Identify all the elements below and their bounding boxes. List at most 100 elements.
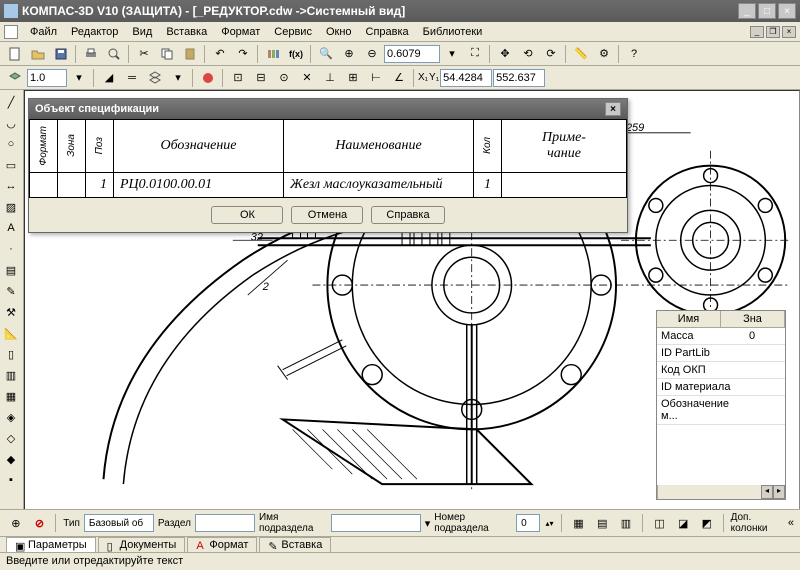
extra-cols-dropdown-icon[interactable]: « (788, 517, 794, 529)
grid2-button[interactable]: ▤ (592, 513, 612, 533)
spinner-up-button[interactable]: ▴▾ (544, 513, 555, 533)
mdi-restore-button[interactable]: ❐ (766, 26, 780, 38)
cell-format[interactable] (30, 172, 58, 197)
misc3-tool[interactable]: ◆ (0, 449, 22, 469)
maximize-button[interactable]: □ (758, 3, 776, 19)
stop-button[interactable] (197, 68, 219, 88)
dropdown-icon[interactable]: ▾ (425, 517, 431, 530)
apply-button[interactable]: ⊕ (6, 513, 26, 533)
misc4-tool[interactable]: ▪ (0, 470, 22, 490)
cut-button[interactable]: ✂ (133, 44, 155, 64)
text-tool[interactable]: A (0, 218, 22, 238)
help-button[interactable]: Справка (371, 206, 444, 224)
minimize-button[interactable]: _ (738, 3, 756, 19)
zoom-window-button[interactable]: 🔍 (315, 44, 337, 64)
open-button[interactable] (27, 44, 49, 64)
zoom-dropdown-button[interactable]: ▾ (441, 44, 463, 64)
grid3-button[interactable]: ▥ (616, 513, 636, 533)
report-tool[interactable]: ▦ (0, 386, 22, 406)
extra-cols-label[interactable]: Доп. колонки (731, 512, 784, 534)
cell-qty[interactable]: 1 (474, 172, 502, 197)
dimension-tool[interactable]: ↔ (0, 176, 22, 196)
prop-row[interactable]: ID PartLib (657, 345, 785, 362)
cell-designation[interactable]: РЦ0.0100.00.01 (114, 172, 284, 197)
cell-name[interactable]: Жезл маслоуказательный (284, 172, 474, 197)
grid1-button[interactable]: ▦ (569, 513, 589, 533)
snap-grid-button[interactable]: ⊞ (342, 68, 364, 88)
table-row[interactable]: 1 РЦ0.0100.00.01 Жезл маслоуказательный … (30, 172, 627, 197)
subname-field[interactable] (331, 514, 421, 532)
pan-button[interactable]: ✥ (494, 44, 516, 64)
menu-insert[interactable]: Вставка (160, 24, 213, 40)
menu-libs[interactable]: Библиотеки (417, 24, 489, 40)
tab-parameters[interactable]: ▣Параметры (6, 537, 96, 553)
circle-tool[interactable]: ○ (0, 134, 22, 154)
preview-button[interactable] (103, 44, 125, 64)
menu-format[interactable]: Формат (215, 24, 266, 40)
menu-service[interactable]: Сервис (268, 24, 318, 40)
mdi-minimize-button[interactable]: _ (750, 26, 764, 38)
paste-button[interactable] (179, 44, 201, 64)
cell-pos[interactable]: 1 (86, 172, 114, 197)
zoom-in-button[interactable]: ⊕ (338, 44, 360, 64)
rect-tool[interactable]: ▭ (0, 155, 22, 175)
zoom-fit-button[interactable]: ⛶ (464, 44, 486, 64)
snap-end-button[interactable]: ⊡ (227, 68, 249, 88)
menu-help[interactable]: Справка (360, 24, 415, 40)
scale-input[interactable] (27, 69, 67, 87)
print-button[interactable] (80, 44, 102, 64)
ok-button[interactable]: ОК (211, 206, 283, 224)
new-button[interactable] (4, 44, 26, 64)
style2-button[interactable]: ═ (121, 68, 143, 88)
close-button[interactable]: × (778, 3, 796, 19)
coord-y-input[interactable] (493, 69, 545, 87)
tab-format[interactable]: AФормат (187, 537, 257, 553)
prop-row[interactable]: Код ОКП (657, 362, 785, 379)
arc-tool[interactable]: ◡ (0, 113, 22, 133)
subnum-field[interactable] (516, 514, 540, 532)
variables-button[interactable]: f(x) (285, 44, 307, 64)
cell-notes[interactable] (502, 172, 627, 197)
snap-center-button[interactable]: ⊙ (273, 68, 295, 88)
menu-file[interactable]: Файл (24, 24, 63, 40)
cancel-button[interactable]: Отмена (291, 206, 363, 224)
snap-mid-button[interactable]: ⊟ (250, 68, 272, 88)
menu-view[interactable]: Вид (126, 24, 158, 40)
misc1-tool[interactable]: ◈ (0, 407, 22, 427)
mode2-button[interactable]: ◪ (673, 513, 693, 533)
edit-tool[interactable]: ✎ (0, 281, 22, 301)
spec-tool[interactable]: ▤ (0, 260, 22, 280)
help-button[interactable]: ? (623, 44, 645, 64)
zoom-out-button[interactable]: ⊖ (361, 44, 383, 64)
tab-documents[interactable]: ▯Документы (98, 537, 186, 553)
properties-button[interactable]: ⚙ (593, 44, 615, 64)
prop-row[interactable]: Масса0 (657, 328, 785, 345)
scroll-left-button[interactable]: ◂ (761, 485, 773, 499)
mode3-button[interactable]: ◩ (697, 513, 717, 533)
scroll-right-button[interactable]: ▸ (773, 485, 785, 499)
line-tool[interactable]: ╱ (0, 92, 22, 112)
coord-x-input[interactable] (440, 69, 492, 87)
select-tool[interactable]: ▯ (0, 344, 22, 364)
misc2-tool[interactable]: ◇ (0, 428, 22, 448)
hatch-tool[interactable]: ▨ (0, 197, 22, 217)
paramet-tool[interactable]: ⚒ (0, 302, 22, 322)
menu-window[interactable]: Окно (320, 24, 358, 40)
measure-button[interactable]: 📏 (570, 44, 592, 64)
libraries-button[interactable] (262, 44, 284, 64)
scale-dropdown-button[interactable]: ▾ (68, 68, 90, 88)
stop-command-button[interactable]: ⊘ (30, 513, 50, 533)
section-field[interactable] (195, 514, 255, 532)
layers-button[interactable] (144, 68, 166, 88)
style1-button[interactable]: ◢ (98, 68, 120, 88)
measure-tool[interactable]: 📐 (0, 323, 22, 343)
point-tool[interactable]: · (0, 239, 22, 259)
dialog-close-button[interactable]: × (605, 102, 621, 116)
zoom-value-input[interactable] (384, 45, 440, 63)
copy-button[interactable] (156, 44, 178, 64)
ortho-button[interactable]: ⊢ (365, 68, 387, 88)
mdi-close-button[interactable]: × (782, 26, 796, 38)
layer-button[interactable] (4, 68, 26, 88)
menu-edit[interactable]: Редактор (65, 24, 124, 40)
layers-dropdown-button[interactable]: ▾ (167, 68, 189, 88)
